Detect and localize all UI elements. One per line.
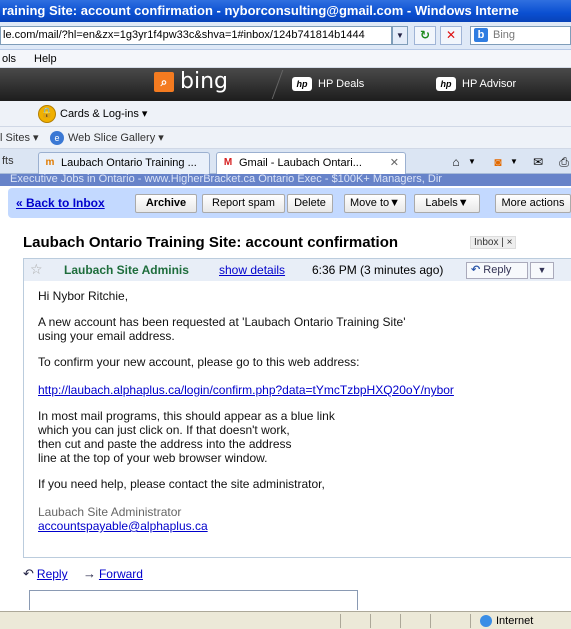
reply-textarea[interactable]: [29, 590, 358, 610]
menu-bar: ols Help: [0, 50, 571, 68]
bing-toolbar: ⌕ bing hp HP Deals hp HP Advisor: [0, 68, 571, 101]
web-slice-gallery-link[interactable]: Web Slice Gallery ▾: [68, 131, 164, 144]
security-zone-label: Internet: [496, 615, 534, 627]
address-bar-row: le.com/mail/?hl=en&zx=1g3yr1f4pw33c&shva…: [0, 22, 571, 50]
status-bar: Internet: [0, 611, 571, 629]
gmail-icon: M: [223, 157, 233, 168]
body-text: To confirm your new account, please go t…: [38, 355, 360, 369]
sender-name[interactable]: Laubach Site Adminis: [64, 263, 212, 277]
status-divider: [370, 614, 371, 628]
message-container: ☆ Laubach Site Adminis show details 6:36…: [23, 258, 571, 558]
chevron-down-icon[interactable]: ▼: [506, 155, 522, 169]
confirmation-link[interactable]: http://laubach.alphaplus.ca/login/confir…: [38, 383, 454, 397]
print-icon[interactable]: ⎙: [556, 155, 571, 169]
hp-logo-icon: hp: [292, 77, 312, 91]
tab-gmail[interactable]: M Gmail - Laubach Ontari... ✕: [216, 152, 406, 174]
body-text: then cut and paste the address into the …: [38, 437, 292, 451]
message-timestamp: 6:36 PM (3 minutes ago): [312, 263, 444, 277]
menu-tools[interactable]: ols: [2, 52, 16, 66]
favorites-bar: l Sites ▾ e Web Slice Gallery ▾: [0, 127, 571, 149]
bing-logo[interactable]: bing: [180, 70, 228, 94]
web-slice-icon: e: [50, 131, 64, 145]
inbox-label-badge[interactable]: Inbox | ×: [470, 236, 517, 249]
labels-button[interactable]: Labels▼: [414, 194, 480, 213]
body-text: If you need help, please contact the sit…: [38, 477, 325, 491]
bing-icon: b: [474, 28, 488, 42]
reply-button[interactable]: ↶ Reply: [466, 262, 528, 279]
star-icon[interactable]: ☆: [30, 261, 43, 278]
hp-deals-button[interactable]: HP Deals: [318, 77, 364, 91]
status-divider: [340, 614, 341, 628]
reply-arrow-icon: ↶: [471, 264, 481, 276]
delete-button[interactable]: Delete: [287, 194, 333, 213]
sponsored-banner[interactable]: Executive Jobs in Ontario - www.HigherBr…: [0, 174, 571, 186]
tab-label: Gmail - Laubach Ontari...: [239, 157, 362, 169]
body-text: using your email address.: [38, 329, 175, 343]
show-details-link[interactable]: show details: [219, 263, 285, 277]
cards-logins-button[interactable]: Cards & Log-ins ▾: [60, 107, 147, 120]
archive-button[interactable]: Archive: [135, 194, 197, 213]
tab-label: Laubach Ontario Training ...: [61, 157, 197, 169]
more-actions-button[interactable]: More actions: [495, 194, 571, 213]
close-icon[interactable]: ✕: [390, 153, 399, 173]
body-text: line at the top of your web browser wind…: [38, 451, 268, 465]
status-divider: [470, 614, 471, 628]
tab-bar: fts m Laubach Ontario Training ... M Gma…: [0, 149, 571, 174]
address-dropdown-icon[interactable]: ▼: [392, 26, 408, 45]
back-to-inbox-link[interactable]: « Back to Inbox: [16, 196, 105, 210]
body-text: A new account has been requested at 'Lau…: [38, 315, 406, 329]
forward-arrow-icon: →: [82, 566, 96, 581]
read-mail-icon[interactable]: ✉: [530, 155, 546, 169]
hp-advisor-button[interactable]: HP Advisor: [462, 77, 516, 91]
tab-laubach[interactable]: m Laubach Ontario Training ...: [38, 152, 210, 174]
globe-icon: [480, 615, 492, 627]
chevron-down-icon[interactable]: ▼: [530, 262, 554, 279]
tab-favorites[interactable]: fts: [2, 155, 14, 167]
report-spam-button[interactable]: Report spam: [202, 194, 285, 213]
suggested-sites-link[interactable]: l Sites ▾: [0, 131, 39, 144]
message-subject: Laubach Ontario Training Site: account c…: [23, 234, 399, 251]
lock-icon: 🔒: [38, 105, 56, 123]
home-icon[interactable]: ⌂: [448, 155, 464, 169]
address-input[interactable]: le.com/mail/?hl=en&zx=1g3yr1f4pw33c&shva…: [0, 26, 392, 45]
forward-link[interactable]: Forward: [99, 567, 143, 581]
signature-email-link[interactable]: accountspayable@alphaplus.ca: [38, 519, 208, 533]
reply-link[interactable]: Reply: [37, 567, 68, 581]
status-divider: [400, 614, 401, 628]
cards-toolbar: 🔒 Cards & Log-ins ▾: [0, 101, 571, 127]
reply-forward-row: ↶ Reply → Forward: [23, 566, 143, 586]
hp-logo-icon: hp: [436, 77, 456, 91]
refresh-icon[interactable]: ↻: [414, 26, 436, 45]
message-header: ☆ Laubach Site Adminis show details 6:36…: [24, 259, 571, 281]
signature-name: Laubach Site Administrator: [38, 505, 182, 519]
reply-arrow-icon: ↶: [23, 566, 34, 581]
menu-help[interactable]: Help: [34, 52, 57, 66]
bing-search-icon[interactable]: ⌕: [154, 72, 174, 92]
feeds-icon[interactable]: ◙: [490, 155, 506, 169]
stop-icon[interactable]: ✕: [440, 26, 462, 45]
reply-button-label: Reply: [483, 264, 512, 276]
gmail-toolbar: « Back to Inbox Archive Report spam Dele…: [8, 188, 571, 218]
toolbar-divider: [252, 70, 284, 99]
chevron-down-icon[interactable]: ▼: [464, 155, 480, 169]
window-title: raining Site: account confirmation - nyb…: [0, 0, 571, 22]
move-to-button[interactable]: Move to▼: [344, 194, 406, 213]
body-text: which you can just click on. If that doe…: [38, 423, 290, 437]
status-divider: [430, 614, 431, 628]
body-greeting: Hi Nybor Ritchie,: [38, 289, 129, 303]
moodle-icon: m: [45, 157, 55, 168]
body-text: In most mail programs, this should appea…: [38, 409, 335, 423]
